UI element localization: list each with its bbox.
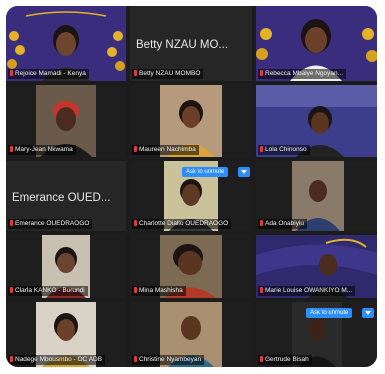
video-tile[interactable]: Mary-Jean Nkwama <box>6 85 126 157</box>
unmute-options-button[interactable] <box>362 308 374 318</box>
video-tile[interactable]: Lola Chinonso <box>256 85 377 157</box>
gallery-view: Rejoice Mamadi - Kenya Betty NZAU MO... … <box>6 6 377 367</box>
participant-name: Ada Onabiyiu <box>258 219 308 229</box>
muted-mic-icon <box>10 70 13 76</box>
video-tile[interactable]: Rebecca Mbaiye Ngoyan... <box>256 6 377 81</box>
ask-to-unmute-button[interactable]: Ask to unmute <box>182 167 229 177</box>
participant-display-name: Emerance OUED... <box>12 191 111 204</box>
video-tile[interactable]: Marie Louise OWANKIYO M... <box>256 235 377 298</box>
participant-name: Clarla KANKO - Burundi <box>8 286 88 296</box>
participant-name: Emerance OUEDRAOGO <box>8 219 93 229</box>
participant-name: Lola Chinonso <box>258 145 310 155</box>
participant-name: Gertrude Bisah <box>258 355 312 365</box>
unmute-options-button[interactable] <box>238 167 250 177</box>
muted-mic-icon <box>260 70 263 76</box>
muted-mic-icon <box>10 220 13 226</box>
participant-name: Christine Nyambeyan <box>132 355 205 365</box>
participant-name: Rejoice Mamadi - Kenya <box>8 69 89 79</box>
participant-name: Mary-Jean Nkwama <box>8 145 76 155</box>
video-tile[interactable]: Ada Onabiyiu <box>256 161 377 231</box>
video-tile[interactable]: Mina Mashisha <box>130 235 252 298</box>
participant-name: Nadege Mbousmbo - OC ADB <box>8 355 106 365</box>
participant-name: Betty NZAU MOMBO <box>132 69 204 79</box>
participant-name: Charlotte Diallo OUEDRAOGO <box>132 219 232 229</box>
muted-mic-icon <box>134 146 137 152</box>
video-tile[interactable]: Christine Nyambeyan <box>130 302 252 367</box>
video-tile[interactable]: Emerance OUED... Emerance OUEDRAOGO <box>6 161 126 231</box>
video-tile[interactable]: Nadege Mbousmbo - OC ADB <box>6 302 126 367</box>
muted-mic-icon <box>260 356 263 362</box>
video-tile[interactable]: Maureen Nachimba <box>130 85 252 157</box>
participant-name: Mina Mashisha <box>132 286 186 296</box>
participant-display-name: Betty NZAU MO... <box>136 39 229 51</box>
muted-mic-icon <box>260 220 263 226</box>
muted-mic-icon <box>134 287 137 293</box>
video-tile[interactable]: Betty NZAU MO... Betty NZAU MOMBO <box>130 6 252 81</box>
muted-mic-icon <box>10 356 13 362</box>
participant-name: Marie Louise OWANKIYO M... <box>258 286 356 296</box>
video-tile[interactable]: Clarla KANKO - Burundi <box>6 235 126 298</box>
participant-name: Rebecca Mbaiye Ngoyan... <box>258 69 347 79</box>
muted-mic-icon <box>10 146 13 152</box>
video-tile[interactable]: Ask to unmute Gertrude Bisah <box>256 302 377 367</box>
video-tile[interactable]: Ask to unmute Charlotte Diallo OUEDRAOGO <box>130 161 252 231</box>
muted-mic-icon <box>134 220 137 226</box>
participant-name: Maureen Nachimba <box>132 145 199 155</box>
muted-mic-icon <box>260 146 263 152</box>
ask-to-unmute-button[interactable]: Ask to unmute <box>306 308 353 318</box>
muted-mic-icon <box>10 287 13 293</box>
muted-mic-icon <box>134 70 137 76</box>
video-tile[interactable]: Rejoice Mamadi - Kenya <box>6 6 126 81</box>
muted-mic-icon <box>260 287 263 293</box>
muted-mic-icon <box>134 356 137 362</box>
